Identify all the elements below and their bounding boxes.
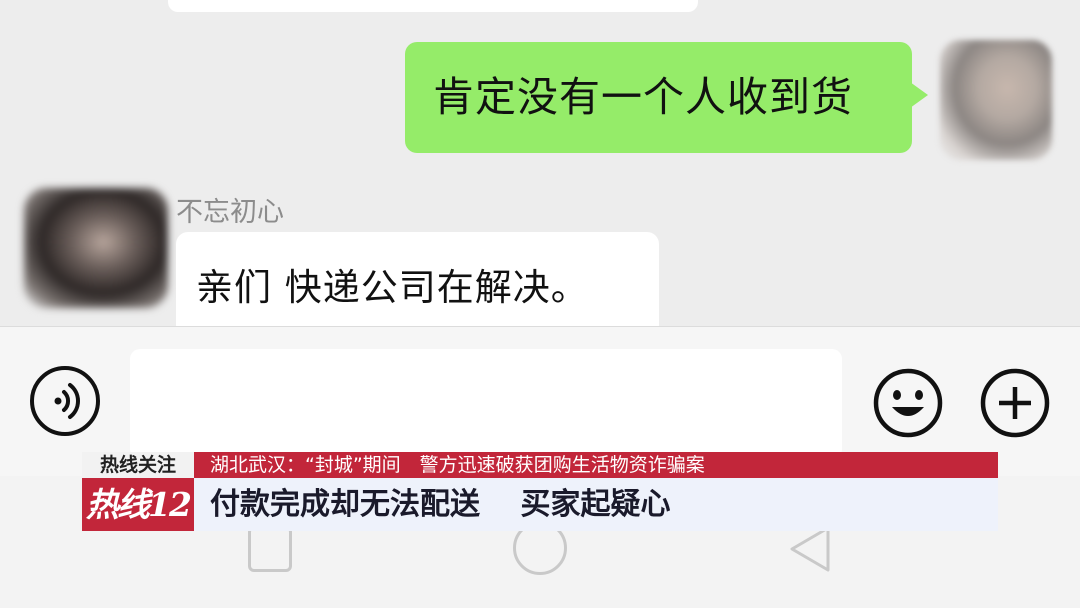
- recent-apps-icon[interactable]: [248, 526, 292, 572]
- my-avatar[interactable]: [940, 40, 1052, 160]
- ticker-subtitle: 付款完成却无法配送 买家起疑心: [210, 487, 671, 522]
- back-icon[interactable]: [786, 524, 834, 578]
- plus-icon[interactable]: [979, 367, 1051, 439]
- outgoing-message-bubble[interactable]: 肯定没有一个人收到货: [405, 42, 928, 153]
- news-ticker: 热线关注 湖北武汉：“封城”期间 警方迅速破获团购生活物资诈骗案 热线12 付款…: [82, 452, 998, 531]
- ticker-headline: 湖北武汉：“封城”期间 警方迅速破获团购生活物资诈骗案: [210, 454, 705, 476]
- contact-avatar[interactable]: [24, 188, 168, 308]
- ticker-tag: 热线关注: [82, 452, 194, 478]
- message-bubble-partial[interactable]: [168, 0, 698, 12]
- chat-area: 肯定没有一个人收到货 不忘初心 亲们 快递公司在解决。: [0, 0, 1080, 326]
- message-text: 亲们 快递公司在解决。: [196, 266, 589, 309]
- ticker-subtitle-bar: 热线12 付款完成却无法配送 买家起疑心: [82, 478, 998, 531]
- program-logo: 热线12: [82, 478, 194, 531]
- message-text: 肯定没有一个人收到货: [433, 73, 853, 121]
- message-input[interactable]: [130, 349, 842, 459]
- emoji-icon[interactable]: [872, 367, 944, 439]
- sender-name: 不忘初心: [176, 197, 284, 228]
- ticker-headline-bar: 热线关注 湖北武汉：“封城”期间 警方迅速破获团购生活物资诈骗案: [82, 452, 998, 478]
- voice-icon[interactable]: [30, 366, 100, 436]
- incoming-message-bubble[interactable]: 亲们 快递公司在解决。: [176, 232, 659, 326]
